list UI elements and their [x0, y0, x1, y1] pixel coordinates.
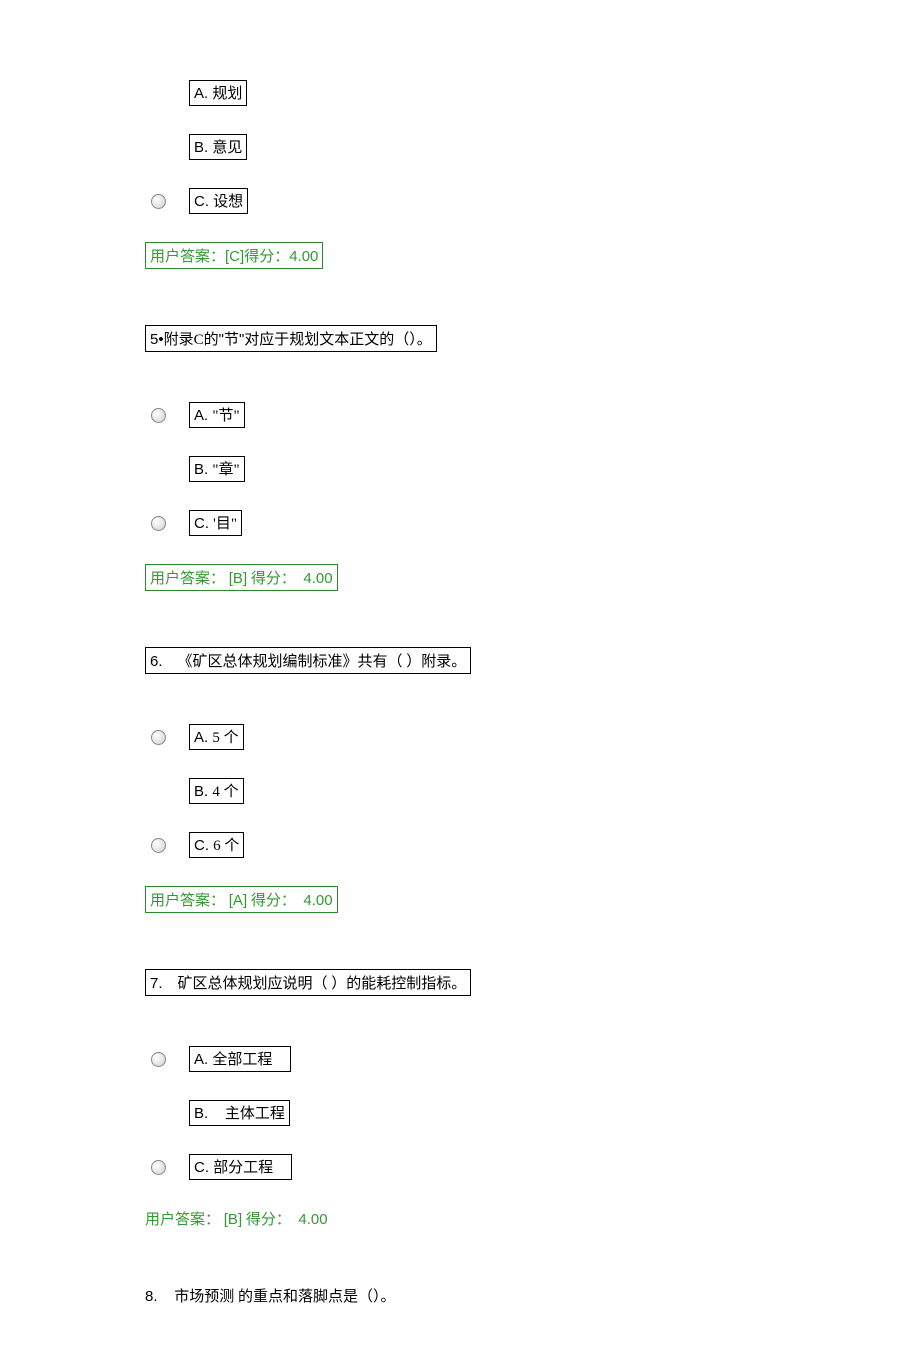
- option-text: 意见: [212, 140, 242, 156]
- radio-spacer: [145, 1160, 189, 1175]
- answer-score: 4.00: [289, 248, 318, 265]
- answer-code: [B]: [229, 570, 247, 587]
- option-letter: A.: [194, 729, 208, 746]
- answer-score: 4.00: [303, 892, 332, 909]
- question-text: 节: [224, 332, 239, 348]
- q4-option-b-row: B. 意见: [145, 134, 920, 160]
- q6-option-b: B. 4 个: [189, 778, 244, 804]
- option-text: 5 个: [212, 730, 238, 746]
- answer-score-label: 得分：: [244, 249, 289, 265]
- question-number: 6.: [150, 653, 163, 670]
- q7-option-b-row: B. 主体工程: [145, 1100, 920, 1126]
- option-text: 设想: [213, 194, 243, 210]
- q7-answer: 用户答案： [B] 得分： 4.00: [145, 1208, 920, 1229]
- q4-option-a-row: A. 规划: [145, 80, 920, 106]
- question-number: 5•: [150, 331, 164, 348]
- option-text: 规划: [212, 86, 242, 102]
- option-letter: B.: [194, 1105, 208, 1122]
- q6-option-c: C. 6 个: [189, 832, 244, 858]
- radio-spacer: [145, 1052, 189, 1067]
- q7-option-c-row: C. 部分工程: [145, 1154, 920, 1180]
- option-letter: B.: [194, 139, 208, 156]
- option-text: 部分工程: [213, 1160, 273, 1176]
- q5-option-a: A. "节": [189, 402, 245, 428]
- radio-spacer: [145, 730, 189, 745]
- q6-option-a-row: A. 5 个: [145, 724, 920, 750]
- q7-question: 7. 矿区总体规划应说明（ ）的能耗控制指标。: [145, 969, 920, 996]
- document-body: A. 规划 B. 意见 C. 设想 用户答案：[C]得分：4.00 5•附录C的…: [0, 0, 920, 1306]
- answer-prefix: 用户答案：: [150, 571, 225, 587]
- q5-option-b-row: B. "章": [145, 456, 920, 482]
- option-text: "章": [212, 462, 239, 478]
- radio-icon[interactable]: [151, 838, 166, 853]
- option-text: 主体工程: [225, 1106, 285, 1122]
- q7-option-b: B. 主体工程: [189, 1100, 290, 1126]
- answer-score: 4.00: [303, 570, 332, 587]
- answer-code: [B]: [224, 1211, 242, 1228]
- radio-spacer: [145, 516, 189, 531]
- q4-answer: 用户答案：[C]得分：4.00: [145, 242, 920, 269]
- question-text: 《矿区总体规划编制标准》共有（ ）附录。: [178, 654, 467, 670]
- option-text: 全部工程: [212, 1052, 272, 1068]
- q4-option-c: C. 设想: [189, 188, 248, 214]
- question-text: 矿区总体规划应说明（ ）的能耗控制指标。: [178, 976, 467, 992]
- option-letter: C.: [194, 837, 209, 854]
- option-letter: C.: [194, 193, 209, 210]
- radio-spacer: [145, 838, 189, 853]
- q5-option-c-row: C. '目": [145, 510, 920, 536]
- q4-option-b: B. 意见: [189, 134, 247, 160]
- option-text: '目": [213, 516, 237, 532]
- q4-option-c-row: C. 设想: [145, 188, 920, 214]
- q6-answer: 用户答案： [A] 得分： 4.00: [145, 886, 920, 913]
- option-letter: C.: [194, 515, 209, 532]
- radio-icon[interactable]: [151, 516, 166, 531]
- answer-code: [A]: [229, 892, 247, 909]
- q4-option-a: A. 规划: [189, 80, 247, 106]
- radio-spacer: [145, 408, 189, 423]
- q5-option-c: C. '目": [189, 510, 242, 536]
- question-text: 市场预测 的重点和落脚点是（）。: [174, 1289, 395, 1305]
- q6-question: 6. 《矿区总体规划编制标准》共有（ ）附录。: [145, 647, 920, 674]
- q6-option-a: A. 5 个: [189, 724, 244, 750]
- option-text: "节": [212, 408, 239, 424]
- radio-spacer: [145, 194, 189, 209]
- answer-score-label: 得分：: [251, 893, 296, 909]
- question-text: 对应于规划文本正文的（）。: [244, 332, 432, 348]
- radio-icon[interactable]: [151, 730, 166, 745]
- q8-question: 8. 市场预测 的重点和落脚点是（）。: [145, 1285, 920, 1306]
- answer-score: 4.00: [298, 1211, 327, 1228]
- radio-icon[interactable]: [151, 1052, 166, 1067]
- option-letter: C.: [194, 1159, 209, 1176]
- option-letter: B.: [194, 783, 208, 800]
- q5-option-b: B. "章": [189, 456, 245, 482]
- option-text: 4 个: [212, 784, 238, 800]
- q5-answer: 用户答案： [B] 得分： 4.00: [145, 564, 920, 591]
- option-text: 6 个: [213, 838, 239, 854]
- question-text: 附录C的: [164, 332, 219, 348]
- option-letter: A.: [194, 1051, 208, 1068]
- answer-score-label: 得分：: [251, 571, 296, 587]
- answer-code: [C]: [225, 248, 244, 265]
- radio-icon[interactable]: [151, 1160, 166, 1175]
- option-letter: A.: [194, 407, 208, 424]
- answer-score-label: 得分：: [246, 1212, 291, 1228]
- q5-option-a-row: A. "节": [145, 402, 920, 428]
- radio-icon[interactable]: [151, 194, 166, 209]
- question-number: 7.: [150, 975, 163, 992]
- question-number: 8.: [145, 1288, 158, 1305]
- answer-prefix: 用户答案：: [150, 893, 225, 909]
- radio-icon[interactable]: [151, 408, 166, 423]
- option-letter: B.: [194, 461, 208, 478]
- q6-option-c-row: C. 6 个: [145, 832, 920, 858]
- q7-option-a-row: A. 全部工程: [145, 1046, 920, 1072]
- q7-option-a: A. 全部工程: [189, 1046, 291, 1072]
- answer-prefix: 用户答案：: [150, 249, 225, 265]
- q6-option-b-row: B. 4 个: [145, 778, 920, 804]
- q7-option-c: C. 部分工程: [189, 1154, 292, 1180]
- q5-question: 5•附录C的"节"对应于规划文本正文的（）。: [145, 325, 920, 352]
- option-letter: A.: [194, 85, 208, 102]
- answer-prefix: 用户答案：: [145, 1212, 220, 1228]
